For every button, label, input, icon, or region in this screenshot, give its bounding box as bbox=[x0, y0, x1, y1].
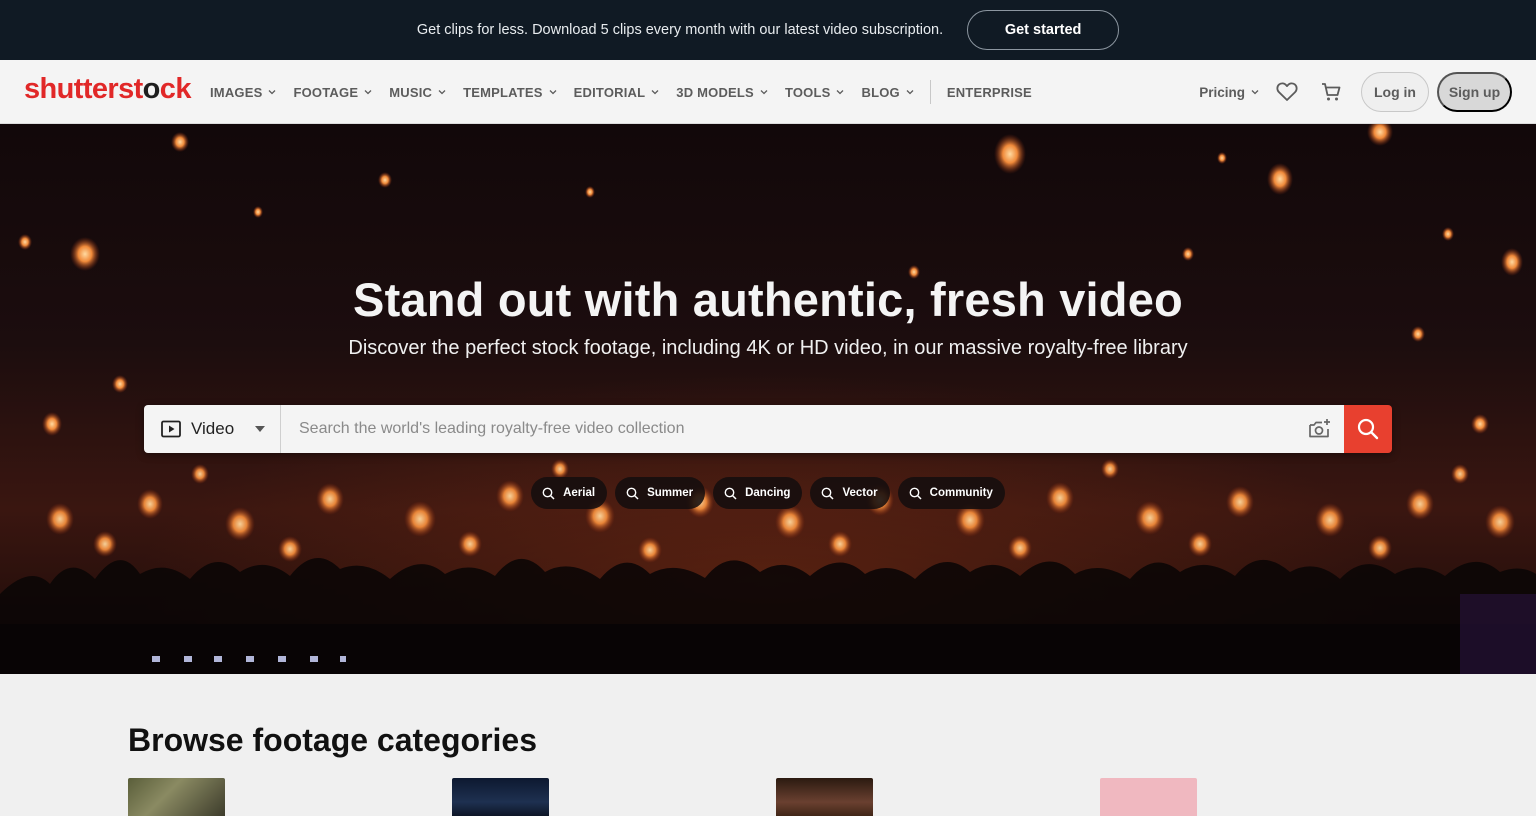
get-started-button[interactable]: Get started bbox=[967, 10, 1120, 50]
nav-item-blog[interactable]: BLOG bbox=[861, 85, 914, 100]
sign-up-button[interactable]: Sign up bbox=[1437, 72, 1512, 112]
browse-categories-heading: Browse footage categories bbox=[128, 722, 537, 758]
hero-title: Stand out with authentic, fresh video bbox=[353, 273, 1183, 326]
chip-dancing[interactable]: Dancing bbox=[713, 477, 803, 509]
pricing-menu[interactable]: Pricing bbox=[1199, 85, 1259, 100]
search-bar: Video bbox=[144, 405, 1392, 453]
search-icon bbox=[909, 487, 922, 500]
chevron-down-icon bbox=[549, 90, 557, 95]
log-in-button[interactable]: Log in bbox=[1361, 72, 1429, 112]
search-icon bbox=[626, 487, 639, 500]
nav-item-templates[interactable]: TEMPLATES bbox=[463, 85, 557, 100]
image-search-button[interactable] bbox=[1296, 405, 1344, 453]
lanterns-background-image bbox=[0, 124, 1536, 674]
category-thumbnail[interactable] bbox=[128, 778, 225, 816]
search-icon bbox=[1357, 418, 1379, 440]
chevron-down-icon bbox=[837, 90, 844, 95]
nav-item-footage[interactable]: FOOTAGE bbox=[293, 85, 372, 100]
hero-subtitle: Discover the perfect stock footage, incl… bbox=[348, 337, 1188, 359]
category-thumbnail[interactable] bbox=[776, 778, 873, 816]
heart-icon bbox=[1276, 82, 1298, 101]
header-tools: Pricing Log in Sign up bbox=[1199, 60, 1512, 124]
nav-item-enterprise[interactable]: ENTERPRISE bbox=[947, 85, 1032, 100]
cart-button[interactable] bbox=[1319, 80, 1343, 104]
category-thumbnail[interactable] bbox=[1100, 778, 1197, 816]
camera-plus-icon bbox=[1309, 419, 1330, 438]
chevron-down-icon bbox=[269, 90, 276, 95]
chevron-down-icon bbox=[1251, 90, 1259, 95]
hero-banner: Stand out with authentic, fresh video Di… bbox=[0, 124, 1536, 674]
chevron-down-icon bbox=[760, 90, 768, 95]
chevron-down-icon bbox=[364, 90, 372, 95]
chip-community[interactable]: Community bbox=[897, 477, 1005, 509]
suggested-searches: Aerial Summer Dancing Vector Community bbox=[0, 477, 1536, 509]
search-submit-button[interactable] bbox=[1344, 405, 1392, 453]
chevron-down-icon bbox=[438, 90, 446, 95]
favorites-button[interactable] bbox=[1275, 80, 1299, 104]
category-thumbnail[interactable] bbox=[452, 778, 549, 816]
caret-down-icon bbox=[255, 426, 265, 432]
search-icon bbox=[724, 487, 737, 500]
chip-vector[interactable]: Vector bbox=[810, 477, 890, 509]
nav-item-3d-models[interactable]: 3D MODELS bbox=[676, 85, 768, 100]
search-input[interactable] bbox=[281, 405, 1296, 453]
site-header: shutterstock IMAGES FOOTAGE MUSIC TEMPLA… bbox=[0, 60, 1536, 124]
promo-bar: Get clips for less. Download 5 clips eve… bbox=[0, 0, 1536, 60]
chevron-down-icon bbox=[906, 90, 914, 95]
media-type-label: Video bbox=[191, 419, 235, 438]
search-icon bbox=[542, 487, 555, 500]
nav-item-images[interactable]: IMAGES bbox=[210, 85, 276, 100]
search-icon bbox=[822, 487, 834, 500]
nav-item-tools[interactable]: TOOLS bbox=[785, 85, 845, 100]
chip-aerial[interactable]: Aerial bbox=[531, 477, 608, 509]
chevron-down-icon bbox=[651, 90, 659, 95]
nav-item-editorial[interactable]: EDITORIAL bbox=[574, 85, 660, 100]
promo-text: Get clips for less. Download 5 clips eve… bbox=[416, 22, 944, 38]
cart-icon bbox=[1322, 83, 1341, 101]
nav-item-music[interactable]: MUSIC bbox=[389, 85, 446, 100]
video-icon bbox=[161, 420, 181, 438]
shutterstock-logo[interactable]: shutterstock bbox=[24, 74, 191, 104]
nav-divider bbox=[929, 80, 931, 104]
media-type-select[interactable]: Video bbox=[144, 405, 281, 453]
chip-summer[interactable]: Summer bbox=[615, 477, 706, 509]
main-nav: IMAGES FOOTAGE MUSIC TEMPLATES EDITORIAL… bbox=[210, 60, 1049, 124]
